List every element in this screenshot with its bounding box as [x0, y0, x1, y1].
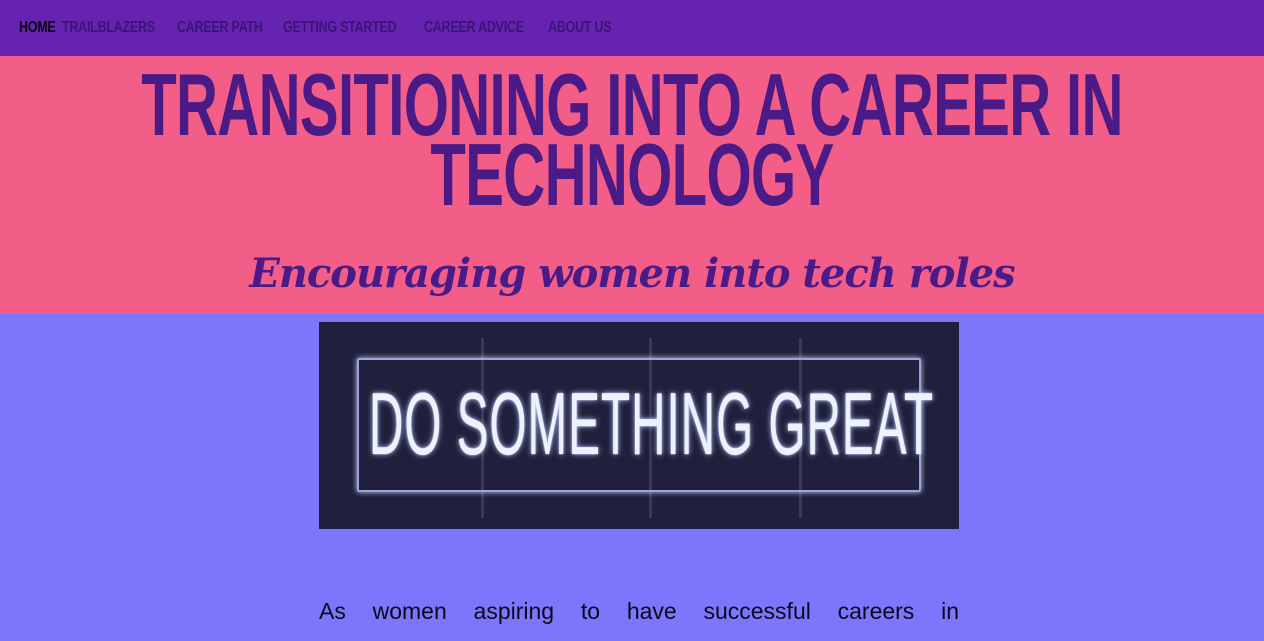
neon-sign-lettering: DO SOMETHING GREAT — [369, 374, 935, 473]
neon-sign-text: DO SOMETHING GREAT — [319, 378, 959, 470]
page-title: Transitioning into a career in Technolog… — [0, 55, 1264, 224]
nav-link-trailblazers[interactable]: Trailblazers — [62, 19, 155, 37]
nav-link-about-us[interactable]: About Us — [548, 19, 612, 37]
page-title-text: Transitioning into a career in Technolog… — [141, 55, 1123, 224]
nav-link-home[interactable]: Home — [19, 19, 56, 37]
nav-link-getting-started[interactable]: Getting Started — [283, 19, 397, 37]
intro-paragraph: As women aspiring to have successful car… — [319, 598, 959, 624]
page-subtitle: Encouraging women into tech roles — [249, 250, 1015, 297]
nav-link-career-path[interactable]: Career Path — [177, 19, 263, 37]
nav-link-career-advice[interactable]: Career Advice — [424, 19, 524, 37]
main-navbar: Home Trailblazers Career Path Getting St… — [0, 0, 1264, 56]
neon-banner-image: DO SOMETHING GREAT — [319, 322, 959, 529]
hero-section: Transitioning into a career in Technolog… — [0, 56, 1264, 314]
